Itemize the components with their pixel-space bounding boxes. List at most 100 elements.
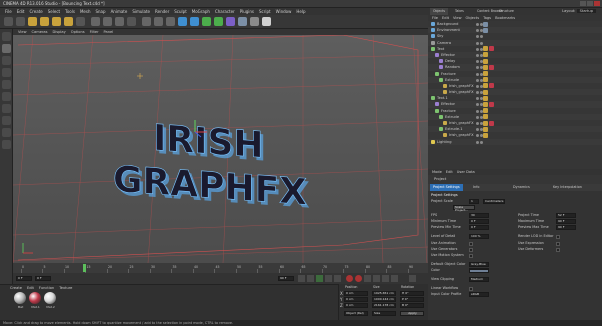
phong-tag-icon[interactable] — [489, 101, 494, 107]
texture-tag-icon[interactable] — [483, 108, 488, 114]
texture-tag-icon[interactable] — [483, 101, 488, 107]
scale-key-button[interactable] — [391, 275, 398, 282]
texture-mode-icon[interactable] — [2, 56, 11, 65]
editor-visibility-dot[interactable] — [476, 84, 479, 88]
editor-visibility-dot[interactable] — [476, 91, 479, 95]
material-swatch[interactable]: Mat.2 — [44, 292, 57, 316]
light-icon[interactable] — [262, 17, 271, 26]
editor-visibility-dot[interactable] — [476, 35, 479, 39]
attribute-field[interactable]: 0 F — [469, 225, 489, 230]
phong-tag-icon[interactable] — [489, 83, 494, 89]
object-menu-view[interactable]: View — [453, 16, 462, 20]
x-axis-icon[interactable] — [91, 17, 100, 26]
viewport-menu-cameras[interactable]: Cameras — [32, 30, 48, 34]
render-visibility-dot[interactable] — [480, 41, 483, 45]
rotate-key-button[interactable] — [382, 275, 389, 282]
coord-size-field[interactable]: 2161.178 cm — [372, 303, 396, 308]
coord-mode-select[interactable]: Object (Rel) — [344, 311, 368, 316]
attribute-field[interactable]: 100 % — [469, 234, 489, 239]
editor-visibility-dot[interactable] — [476, 128, 479, 132]
enable-axis-icon[interactable] — [2, 116, 11, 125]
editor-visibility-dot[interactable] — [476, 60, 479, 64]
coord-rotation-field[interactable]: P 0° — [400, 297, 424, 302]
rotate-icon[interactable] — [64, 17, 73, 26]
move-icon[interactable] — [40, 17, 49, 26]
coord-size-field[interactable]: 1000.144 cm — [372, 297, 396, 302]
attribute-field[interactable]: 90 F — [556, 219, 576, 224]
editor-visibility-dot[interactable] — [476, 103, 479, 107]
texture-tag-icon[interactable] — [483, 126, 488, 132]
render-region-icon[interactable] — [142, 17, 151, 26]
attribute-checkbox[interactable] — [469, 247, 473, 252]
menu-snap[interactable]: Snap — [95, 9, 105, 14]
attribute-menu-user-data[interactable]: User Data — [457, 170, 475, 174]
viewport-menu-view[interactable]: View — [18, 30, 27, 34]
viewport-menu-filter[interactable]: Filter — [90, 30, 99, 34]
menu-select[interactable]: Select — [48, 9, 60, 14]
z-axis-icon[interactable] — [115, 17, 124, 26]
editor-visibility-dot[interactable] — [476, 134, 479, 138]
scale-icon[interactable] — [52, 17, 61, 26]
attribute-field[interactable]: 30 — [469, 213, 489, 218]
menu-script[interactable]: Script — [259, 9, 271, 14]
editor-visibility-dot[interactable] — [476, 78, 479, 82]
attribute-field[interactable]: 0 F — [469, 219, 489, 224]
phong-tag-icon[interactable] — [489, 46, 494, 52]
editor-visibility-dot[interactable] — [476, 122, 479, 125]
menu-mograph[interactable]: MoGraph — [192, 9, 210, 14]
attribute-tab[interactable]: Key Interpolation — [550, 184, 585, 191]
object-menu-bookmarks[interactable]: Bookmarks — [495, 16, 515, 20]
texture-tag-icon[interactable] — [483, 132, 488, 138]
play-button[interactable] — [316, 275, 323, 282]
record-button[interactable] — [346, 275, 353, 282]
recent-icon[interactable] — [76, 17, 85, 26]
texture-tag-icon[interactable] — [483, 71, 488, 76]
timeline[interactable]: 0 5 10 15 20 25 30 35 40 45 50 55 60 65 70 75 80 85 90 — [13, 263, 428, 273]
floor-icon[interactable] — [238, 17, 247, 26]
display-tag-icon[interactable] — [483, 27, 488, 33]
render-visibility-dot[interactable] — [480, 35, 483, 39]
timeline-menu-button[interactable] — [409, 275, 416, 282]
menu-simulate[interactable]: Simulate — [132, 9, 150, 14]
attribute-checkbox[interactable] — [556, 241, 560, 246]
viewport[interactable]: IRISH IRISH GRAPHFX GRAPHFX — [13, 35, 428, 263]
next-frame-button[interactable] — [325, 275, 332, 282]
cube-icon[interactable] — [178, 17, 187, 26]
maximize-button[interactable] — [587, 1, 593, 6]
attribute-menu-mode[interactable]: Mode — [432, 170, 442, 174]
layout-select[interactable]: Startup — [576, 9, 596, 13]
menu-help[interactable]: Help — [296, 9, 305, 14]
object-tab[interactable]: Objects — [430, 8, 449, 15]
attribute-checkbox[interactable] — [556, 247, 560, 252]
viewport-menu-options[interactable]: Options — [71, 30, 85, 34]
attribute-tab[interactable]: Project Settings — [430, 184, 463, 191]
menu-edit[interactable]: Edit — [17, 9, 25, 14]
goto-end-button[interactable] — [334, 275, 341, 282]
editor-visibility-dot[interactable] — [476, 72, 479, 76]
polygons-mode-icon[interactable] — [2, 104, 11, 113]
editor-visibility-dot[interactable] — [476, 115, 479, 119]
texture-tag-icon[interactable] — [483, 58, 488, 64]
minimize-button[interactable] — [580, 1, 586, 6]
phong-tag-icon[interactable] — [489, 120, 494, 126]
menu-animate[interactable]: Animate — [111, 9, 128, 14]
workplane-icon[interactable] — [2, 140, 11, 149]
points-mode-icon[interactable] — [2, 80, 11, 89]
y-axis-icon[interactable] — [103, 17, 112, 26]
texture-tag-icon[interactable] — [483, 114, 488, 120]
coord-rotation-field[interactable]: B 0° — [400, 303, 424, 308]
move-key-button[interactable] — [373, 275, 380, 282]
redo-icon[interactable] — [16, 17, 25, 26]
edges-mode-icon[interactable] — [2, 92, 11, 101]
editor-visibility-dot[interactable] — [476, 97, 479, 101]
coord-position-field[interactable]: 0 cm — [344, 297, 368, 302]
material-swatch[interactable]: Mat.1 — [29, 292, 42, 316]
texture-tag-icon[interactable] — [483, 89, 488, 95]
editor-visibility-dot[interactable] — [476, 41, 479, 45]
menu-plugins[interactable]: Plugins — [240, 9, 254, 14]
coord-rotation-field[interactable]: H 0° — [400, 291, 424, 296]
material-swatch[interactable]: Mat — [14, 292, 27, 316]
scale-project-button[interactable]: Scale Project... — [453, 205, 475, 211]
undo-icon[interactable] — [4, 17, 13, 26]
menu-create[interactable]: Create — [29, 9, 42, 14]
